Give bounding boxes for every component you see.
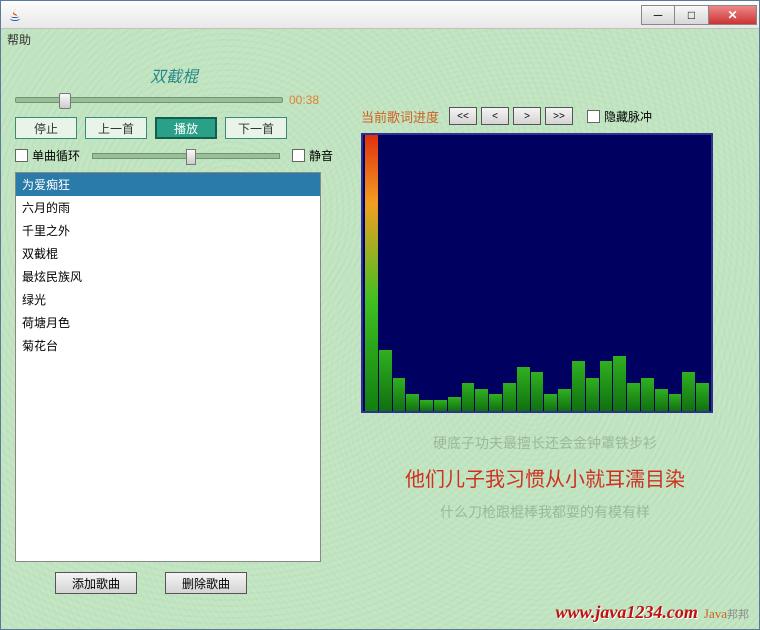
add-song-button[interactable]: 添加歌曲 <box>55 572 137 594</box>
playlist-item[interactable]: 双截棍 <box>16 242 320 265</box>
lyrics-first-button[interactable]: << <box>449 107 477 125</box>
spectrum-bar <box>655 389 668 411</box>
spectrum-bar <box>696 383 709 411</box>
spectrum-bar <box>489 394 502 411</box>
maximize-button[interactable]: □ <box>675 5 709 25</box>
spectrum-bar <box>448 397 461 411</box>
volume-thumb[interactable] <box>186 149 196 165</box>
app-window: ─ □ ✕ 帮助 双截棍 00:38 停止 上一首 播放 下一首 <box>0 0 760 630</box>
spectrum-bar <box>406 394 419 411</box>
spectrum-bar <box>393 378 406 411</box>
playlist-item[interactable]: 千里之外 <box>16 219 320 242</box>
lyric-prev: 硬底子功夫最擅长还会金钟罩铁步衫 <box>361 433 729 453</box>
seek-thumb[interactable] <box>59 93 71 109</box>
lyric-current: 他们儿子我习惯从小就耳濡目染 <box>361 463 729 492</box>
playlist-item[interactable]: 菊花台 <box>16 334 320 357</box>
spectrum-bar <box>627 383 640 411</box>
spectrum-bar <box>434 400 447 411</box>
playlist-item[interactable]: 最炫民族风 <box>16 265 320 288</box>
spectrum-bar <box>558 389 571 411</box>
now-playing-title: 双截棍 <box>15 63 333 87</box>
lyrics-next-button[interactable]: > <box>513 107 541 125</box>
spectrum-bar <box>641 378 654 411</box>
lyric-next: 什么刀枪跟棍棒我都耍的有模有样 <box>361 502 729 522</box>
playlist-item[interactable]: 绿光 <box>16 288 320 311</box>
hide-pulse-label: 隐藏脉冲 <box>604 108 652 125</box>
spectrum-bar <box>572 361 585 411</box>
spectrum-bar <box>420 400 433 411</box>
spectrum-bar <box>586 378 599 411</box>
checkbox-icon <box>15 149 28 162</box>
lyrics-title: 当前歌词进度 <box>361 107 439 126</box>
playlist[interactable]: 为爱痴狂六月的雨千里之外双截棍最炫民族风绿光荷塘月色菊花台 <box>15 172 321 562</box>
hide-pulse-checkbox[interactable]: 隐藏脉冲 <box>587 108 652 125</box>
spectrum-bar <box>475 389 488 411</box>
volume-slider[interactable] <box>92 153 280 159</box>
client-area: 帮助 双截棍 00:38 停止 上一首 播放 下一首 单曲循环 <box>1 29 759 629</box>
spectrum-bar <box>600 361 613 411</box>
playlist-item[interactable]: 六月的雨 <box>16 196 320 219</box>
lyrics-display: 硬底子功夫最擅长还会金钟罩铁步衫 他们儿子我习惯从小就耳濡目染 什么刀枪跟棍棒我… <box>361 433 729 522</box>
mute-label: 静音 <box>309 147 333 164</box>
spectrum-bar <box>462 383 475 411</box>
mute-checkbox[interactable]: 静音 <box>292 147 333 164</box>
watermark-url: www.java1234.com <box>556 602 698 623</box>
spectrum-bar <box>669 394 682 411</box>
watermark-logo-prefix: Java <box>704 606 727 621</box>
playlist-item[interactable]: 荷塘月色 <box>16 311 320 334</box>
playlist-item[interactable]: 为爱痴狂 <box>16 173 320 196</box>
spectrum-visualizer <box>361 133 713 413</box>
loop-checkbox[interactable]: 单曲循环 <box>15 147 80 164</box>
spectrum-bar <box>531 372 544 411</box>
spectrum-bar <box>379 350 392 411</box>
prev-button[interactable]: 上一首 <box>85 117 147 139</box>
stop-button[interactable]: 停止 <box>15 117 77 139</box>
lyrics-last-button[interactable]: >> <box>545 107 573 125</box>
spectrum-bar <box>682 372 695 411</box>
seek-slider[interactable] <box>15 97 283 103</box>
lyrics-prev-button[interactable]: < <box>481 107 509 125</box>
spectrum-bar <box>517 367 530 411</box>
close-button[interactable]: ✕ <box>709 5 757 25</box>
spectrum-bar <box>503 383 516 411</box>
titlebar: ─ □ ✕ <box>1 1 759 29</box>
watermark-logo-suffix: 邦邦 <box>727 609 749 621</box>
menubar: 帮助 <box>1 29 759 49</box>
remove-song-button[interactable]: 删除歌曲 <box>165 572 247 594</box>
watermark: www.java1234.com Java邦邦 <box>556 602 749 623</box>
loop-label: 单曲循环 <box>32 147 80 164</box>
checkbox-icon <box>292 149 305 162</box>
minimize-button[interactable]: ─ <box>641 5 675 25</box>
play-button[interactable]: 播放 <box>155 117 217 139</box>
left-pane: 双截棍 00:38 停止 上一首 播放 下一首 单曲循环 <box>15 63 333 594</box>
spectrum-bar <box>365 135 378 411</box>
elapsed-time: 00:38 <box>289 93 333 107</box>
java-icon <box>7 7 23 23</box>
spectrum-bar <box>613 356 626 411</box>
right-pane: 当前歌词进度 << < > >> 隐藏脉冲 硬底子功夫最擅长还会金钟罩铁步衫 他… <box>361 105 729 532</box>
spectrum-bar <box>544 394 557 411</box>
checkbox-icon <box>587 110 600 123</box>
next-button[interactable]: 下一首 <box>225 117 287 139</box>
menu-help[interactable]: 帮助 <box>7 33 31 47</box>
